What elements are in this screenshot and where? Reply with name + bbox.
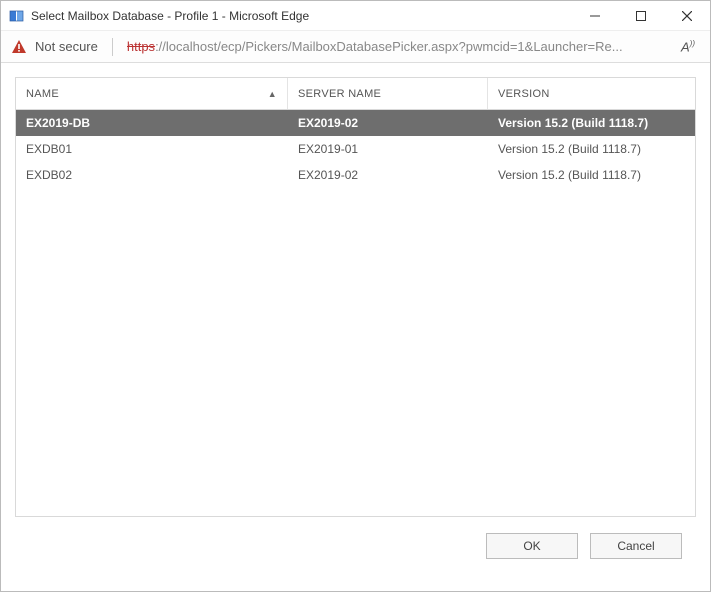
column-header-server-label: SERVER NAME (298, 88, 381, 100)
grid-header: NAME ▲ SERVER NAME VERSION (16, 78, 695, 110)
cancel-button[interactable]: Cancel (590, 533, 682, 559)
column-header-name-label: NAME (26, 88, 59, 100)
window-titlebar: Select Mailbox Database - Profile 1 - Mi… (1, 1, 710, 31)
close-button[interactable] (664, 1, 710, 30)
not-secure-icon[interactable] (11, 39, 27, 55)
table-row[interactable]: EXDB01EX2019-01Version 15.2 (Build 1118.… (16, 136, 695, 162)
url-rest: ://localhost/ecp/Pickers/MailboxDatabase… (155, 39, 623, 54)
cell-version: Version 15.2 (Build 1118.7) (488, 136, 695, 162)
address-bar: Not secure https://localhost/ecp/Pickers… (1, 31, 710, 63)
ok-button[interactable]: OK (486, 533, 578, 559)
dialog-content: NAME ▲ SERVER NAME VERSION EX2019-DBEX20… (1, 63, 710, 569)
column-header-server[interactable]: SERVER NAME (288, 78, 488, 109)
minimize-button[interactable] (572, 1, 618, 30)
app-icon (9, 8, 25, 24)
table-row[interactable]: EXDB02EX2019-02Version 15.2 (Build 1118.… (16, 162, 695, 188)
database-grid: NAME ▲ SERVER NAME VERSION EX2019-DBEX20… (15, 77, 696, 517)
window-title: Select Mailbox Database - Profile 1 - Mi… (31, 9, 572, 23)
cell-version: Version 15.2 (Build 1118.7) (488, 162, 695, 188)
cell-name: EX2019-DB (16, 110, 288, 136)
table-row[interactable]: EX2019-DBEX2019-02Version 15.2 (Build 11… (16, 110, 695, 136)
grid-body: EX2019-DBEX2019-02Version 15.2 (Build 11… (16, 110, 695, 516)
cell-server: EX2019-02 (288, 110, 488, 136)
cell-name: EXDB01 (16, 136, 288, 162)
url-display[interactable]: https://localhost/ecp/Pickers/MailboxDat… (127, 39, 668, 54)
reader-view-icon[interactable]: A)) (676, 39, 700, 54)
column-header-version[interactable]: VERSION (488, 78, 695, 109)
url-scheme: https (127, 39, 155, 54)
cell-server: EX2019-01 (288, 136, 488, 162)
dialog-footer: OK Cancel (15, 517, 696, 559)
security-label[interactable]: Not secure (35, 39, 98, 54)
window-controls (572, 1, 710, 30)
column-header-name[interactable]: NAME ▲ (16, 78, 288, 109)
cell-server: EX2019-02 (288, 162, 488, 188)
maximize-button[interactable] (618, 1, 664, 30)
column-header-version-label: VERSION (498, 88, 550, 100)
cell-name: EXDB02 (16, 162, 288, 188)
sort-ascending-icon: ▲ (268, 89, 277, 99)
cell-version: Version 15.2 (Build 1118.7) (488, 110, 695, 136)
address-separator (112, 38, 113, 56)
